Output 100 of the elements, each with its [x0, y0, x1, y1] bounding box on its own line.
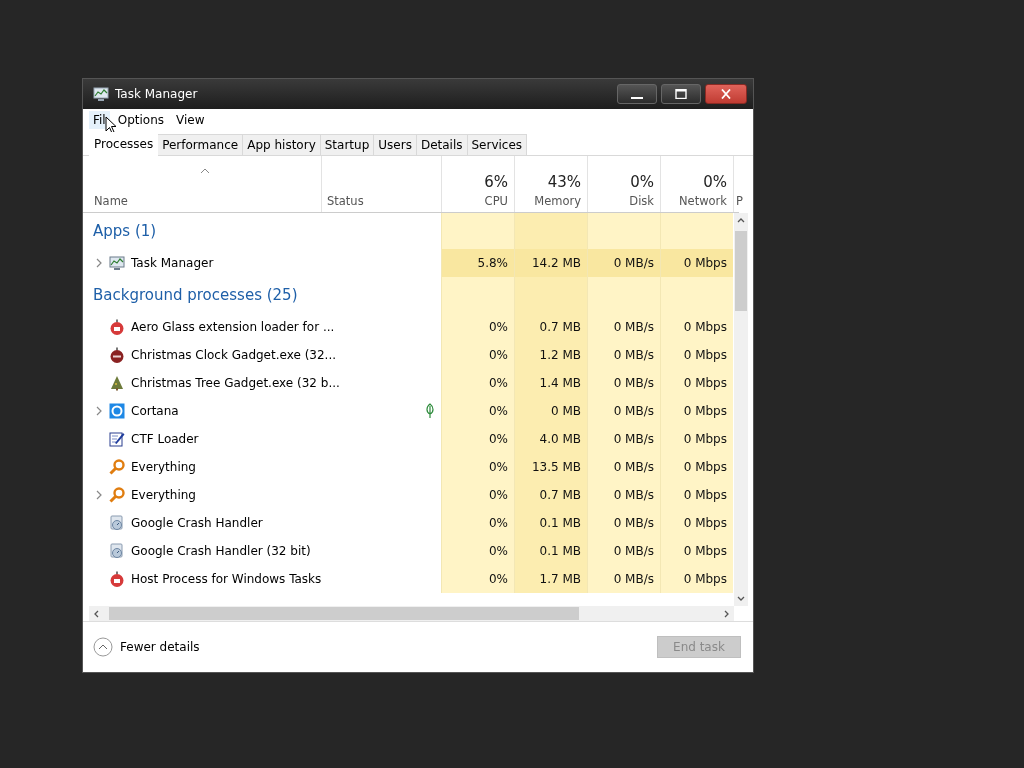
usage-cell: 0.1 MB: [514, 537, 587, 565]
tab[interactable]: Performance: [157, 134, 244, 155]
scroll-up-icon[interactable]: [737, 217, 745, 223]
column-label: Network: [678, 194, 727, 208]
column-label: Name: [94, 194, 129, 208]
usage-cell: 0 Mbps: [660, 509, 733, 537]
usage-cell: 0%: [441, 453, 514, 481]
process-name: Host Process for Windows Tasks: [131, 572, 322, 586]
usage-cell: 0 MB/s: [587, 313, 660, 341]
scrollbar-thumb[interactable]: [735, 231, 747, 311]
usage-cell: 0 Mbps: [660, 341, 733, 369]
crash-handler-icon: [109, 543, 125, 559]
window-title: Task Manager: [115, 87, 198, 101]
usage-cell: 0 Mbps: [660, 397, 733, 425]
expand-chevron-icon[interactable]: [96, 258, 102, 268]
usage-cell: 0 MB/s: [587, 565, 660, 593]
group-heading: Apps (1): [92, 221, 158, 242]
usage-cell: 0 Mbps: [660, 313, 733, 341]
column-header[interactable]: 0% Disk: [587, 156, 660, 212]
usage-percent: 0%: [630, 173, 654, 191]
process-name: Google Crash Handler (32 bit): [131, 544, 311, 558]
column-label: P: [736, 194, 744, 208]
maximize-icon: [674, 89, 688, 99]
tree-icon: [109, 375, 125, 391]
usage-cell: 0 Mbps: [660, 537, 733, 565]
scroll-right-icon[interactable]: [724, 609, 730, 618]
tab[interactable]: Processes: [89, 132, 159, 156]
notepad-pen-icon: [109, 431, 125, 447]
vertical-scrollbar[interactable]: [734, 213, 748, 606]
usage-cell: 0 MB/s: [587, 425, 660, 453]
usage-cell: 0%: [441, 341, 514, 369]
column-header[interactable]: P: [733, 156, 747, 212]
process-name: Christmas Clock Gadget.exe (32...: [131, 348, 337, 362]
column-label: Disk: [629, 194, 654, 208]
process-name: Everything: [131, 460, 196, 474]
column-header[interactable]: Name: [89, 156, 321, 212]
tab[interactable]: App history: [242, 134, 321, 155]
fewer-details-toggle[interactable]: Fewer details: [93, 637, 200, 657]
usage-cell: 0 MB/s: [587, 481, 660, 509]
scroll-down-icon[interactable]: [737, 596, 745, 602]
usage-cell: 0%: [441, 481, 514, 509]
usage-cell: 13.5 MB: [514, 453, 587, 481]
expand-chevron-icon[interactable]: [96, 406, 102, 416]
usage-cell: 0.7 MB: [514, 481, 587, 509]
magnifier-icon: [109, 487, 125, 503]
minimize-button[interactable]: [617, 84, 657, 104]
tab[interactable]: Details: [415, 134, 468, 155]
usage-cell: 0 Mbps: [660, 453, 733, 481]
scrollbar-thumb[interactable]: [109, 607, 579, 620]
usage-cell: 0%: [441, 509, 514, 537]
circled-chevron-icon: [93, 637, 113, 657]
usage-cell: 0 Mbps: [660, 481, 733, 509]
magnifier-icon: [109, 459, 125, 475]
ornament-icon: [109, 319, 125, 335]
usage-cell: 0 MB/s: [587, 341, 660, 369]
monitor-icon: [109, 255, 125, 271]
column-label: Status: [327, 194, 365, 208]
expand-chevron-icon[interactable]: [96, 490, 102, 500]
tab[interactable]: Startup: [319, 134, 375, 155]
scroll-left-icon[interactable]: [93, 609, 99, 618]
usage-cell: 0 MB/s: [587, 453, 660, 481]
usage-cell: 0%: [441, 313, 514, 341]
usage-cell: 1.4 MB: [514, 369, 587, 397]
leaf-icon: [425, 403, 435, 419]
usage-cell: 4.0 MB: [514, 425, 587, 453]
horizontal-scrollbar[interactable]: [89, 606, 734, 621]
close-button[interactable]: [705, 84, 747, 104]
usage-cell: 0 Mbps: [660, 425, 733, 453]
maximize-button[interactable]: [661, 84, 701, 104]
column-label: Memory: [534, 194, 581, 208]
process-name: Google Crash Handler: [131, 516, 263, 530]
process-name: Aero Glass extension loader for ...: [131, 320, 335, 334]
usage-cell: 0.7 MB: [514, 313, 587, 341]
column-header[interactable]: 6% CPU: [441, 156, 514, 212]
menu-item[interactable]: Options: [113, 111, 168, 129]
usage-cell: 0 Mbps: [660, 249, 733, 277]
ornament-icon: [109, 347, 125, 363]
crash-handler-icon: [109, 515, 125, 531]
sort-caret-icon: [200, 168, 210, 174]
usage-cell: 1.7 MB: [514, 565, 587, 593]
tab[interactable]: Users: [373, 134, 417, 155]
usage-cell: 0 MB/s: [587, 509, 660, 537]
process-name: Task Manager: [131, 256, 214, 270]
menu-item[interactable]: View: [172, 111, 209, 129]
tab[interactable]: Services: [466, 134, 528, 155]
usage-cell: 0 MB/s: [587, 249, 660, 277]
column-label: CPU: [484, 194, 508, 208]
usage-cell: 0%: [441, 369, 514, 397]
column-header[interactable]: 0% Network: [660, 156, 733, 212]
usage-cell: 0%: [441, 565, 514, 593]
usage-cell: 0 MB/s: [587, 369, 660, 397]
process-name: Christmas Tree Gadget.exe (32 b...: [131, 376, 340, 390]
column-header[interactable]: Status: [321, 156, 441, 212]
usage-percent: 43%: [547, 173, 581, 191]
usage-cell: 0 MB: [514, 397, 587, 425]
column-header[interactable]: 43% Memory: [514, 156, 587, 212]
usage-cell: 5.8%: [441, 249, 514, 277]
app-icon: [93, 86, 109, 102]
circle-icon: [109, 403, 125, 419]
usage-cell: 0%: [441, 425, 514, 453]
